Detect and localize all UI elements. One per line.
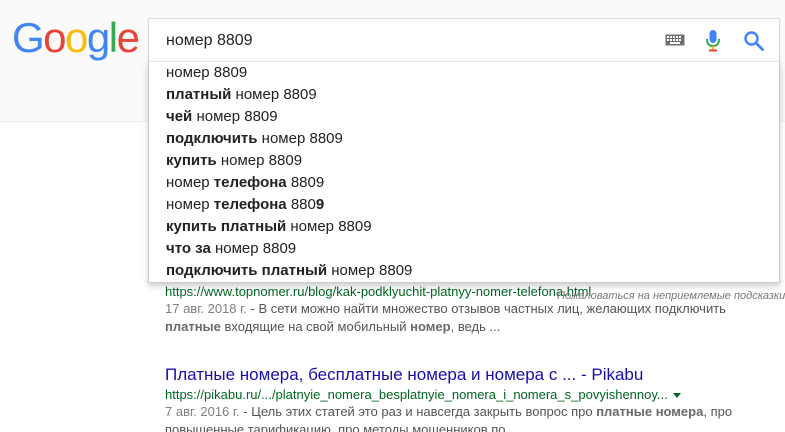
- logo-letter: g: [86, 14, 110, 61]
- suggestion-text: номер 8809: [257, 130, 343, 147]
- suggestion-text: номер 8809: [210, 240, 297, 257]
- snippet-text: , ведь ...: [450, 319, 501, 334]
- result-url-text[interactable]: https://pikabu.ru/.../platnyie_nomera_be…: [165, 387, 668, 402]
- suggestion-item[interactable]: номер телефона 8809: [149, 172, 779, 194]
- suggestion-text: телефона: [213, 174, 287, 191]
- logo-letter: o: [43, 14, 66, 61]
- result-snippet: 7 авг. 2016 г. - Цель этих статей это ра…: [165, 403, 765, 432]
- suggestion-text: номер 8809: [231, 86, 317, 103]
- suggestion-item[interactable]: купить номер 8809: [149, 150, 779, 172]
- search-box: [148, 18, 780, 63]
- suggestion-item[interactable]: подключить платный номер 8809: [149, 260, 779, 282]
- suggestion-text: номер 8809: [166, 64, 248, 81]
- suggestion-item[interactable]: чей номер 8809: [149, 106, 779, 128]
- snippet-text: номер: [410, 319, 451, 334]
- result-url[interactable]: https://pikabu.ru/.../platnyie_nomera_be…: [165, 386, 765, 403]
- search-input[interactable]: [166, 19, 636, 63]
- suggestion-text: номер 8809: [192, 108, 278, 125]
- snippet-text: входящие на свой мобильный: [220, 319, 411, 334]
- mic-icon[interactable]: [706, 30, 720, 52]
- snippet-text: платные: [165, 319, 221, 334]
- suggestion-text: купить: [166, 152, 217, 169]
- suggestion-text: подключить: [166, 130, 258, 147]
- suggestion-text: 880: [286, 196, 316, 213]
- result-title-link[interactable]: Платные номера, бесплатные номера и номе…: [165, 364, 765, 386]
- suggestion-text: 8809: [286, 174, 325, 191]
- result-snippet: 17 авг. 2018 г. - В сети можно найти мно…: [165, 300, 765, 336]
- snippet-text: платные номера: [596, 404, 704, 419]
- report-suggestions-link[interactable]: Пожаловаться на неприемлемые подсказки: [557, 290, 785, 302]
- search-result: Платные номера, бесплатные номера и номе…: [165, 364, 765, 432]
- logo-letter: l: [108, 14, 118, 61]
- result-date: 17 авг. 2018 г.: [165, 301, 247, 316]
- suggestion-item[interactable]: номер телефона 8809: [149, 194, 779, 216]
- suggestion-text: номер 8809: [327, 262, 413, 279]
- google-logo[interactable]: Google: [12, 14, 140, 62]
- suggestion-text: телефона: [213, 196, 287, 213]
- suggestion-text: купить платный: [166, 218, 287, 235]
- snippet-text: - В сети можно найти множество отзывов ч…: [246, 301, 726, 316]
- suggestion-text: платный: [166, 86, 232, 103]
- search-icon[interactable]: [743, 30, 765, 52]
- chevron-down-icon[interactable]: [672, 393, 681, 399]
- suggestion-text: 9: [315, 196, 325, 213]
- suggestion-item[interactable]: купить платный номер 8809: [149, 216, 779, 238]
- suggestion-item[interactable]: платный номер 8809: [149, 84, 779, 106]
- snippet-text: - Цель этих статей это раз и навсегда за…: [239, 404, 597, 419]
- suggestion-item[interactable]: что за номер 8809: [149, 238, 779, 260]
- suggestion-text: что за: [166, 240, 211, 257]
- suggestion-item[interactable]: номер 8809: [149, 62, 779, 84]
- suggestion-text: чей: [166, 108, 193, 125]
- keyboard-icon[interactable]: [665, 32, 685, 49]
- logo-letter: o: [65, 14, 88, 61]
- suggestion-text: номер: [166, 174, 214, 191]
- autocomplete-dropdown: номер 8809 платный номер 8809 чей номер 88…: [148, 61, 780, 283]
- result-date: 7 авг. 2016 г.: [165, 404, 240, 419]
- logo-letter: G: [12, 14, 45, 61]
- suggestion-text: номер 8809: [216, 152, 303, 169]
- logo-letter: e: [116, 14, 140, 61]
- suggestion-text: подключить платный: [166, 262, 328, 279]
- suggestion-text: номер 8809: [286, 218, 372, 235]
- suggestion-item[interactable]: подключить номер 8809: [149, 128, 779, 150]
- suggestion-text: номер: [166, 196, 214, 213]
